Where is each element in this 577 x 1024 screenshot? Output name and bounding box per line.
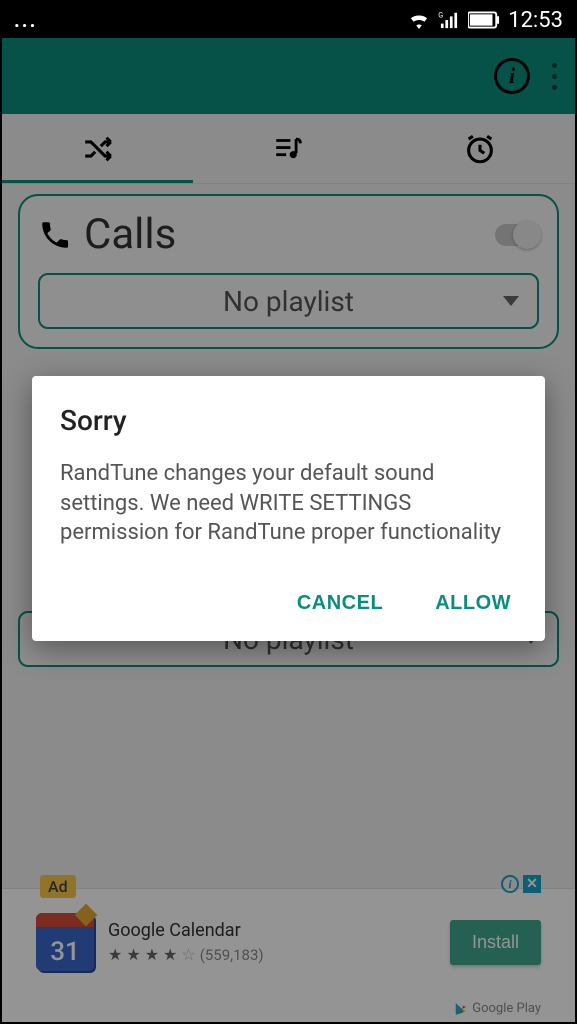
status-right: G 12:53 bbox=[408, 8, 563, 33]
status-bar: ... G 12:53 bbox=[2, 2, 575, 38]
svg-text:G: G bbox=[438, 11, 443, 19]
signal-icon: G bbox=[438, 11, 460, 29]
status-time: 12:53 bbox=[508, 8, 563, 33]
dialog-actions: CANCEL ALLOW bbox=[60, 584, 517, 623]
dialog-title: Sorry bbox=[60, 404, 517, 437]
wifi-icon bbox=[408, 11, 430, 29]
allow-button[interactable]: ALLOW bbox=[429, 584, 517, 623]
status-ellipsis: ... bbox=[14, 8, 408, 32]
dialog-body: RandTune changes your default sound sett… bbox=[60, 459, 517, 548]
cancel-button[interactable]: CANCEL bbox=[291, 584, 389, 623]
permission-dialog: Sorry RandTune changes your default soun… bbox=[32, 376, 545, 641]
battery-icon bbox=[468, 11, 500, 29]
